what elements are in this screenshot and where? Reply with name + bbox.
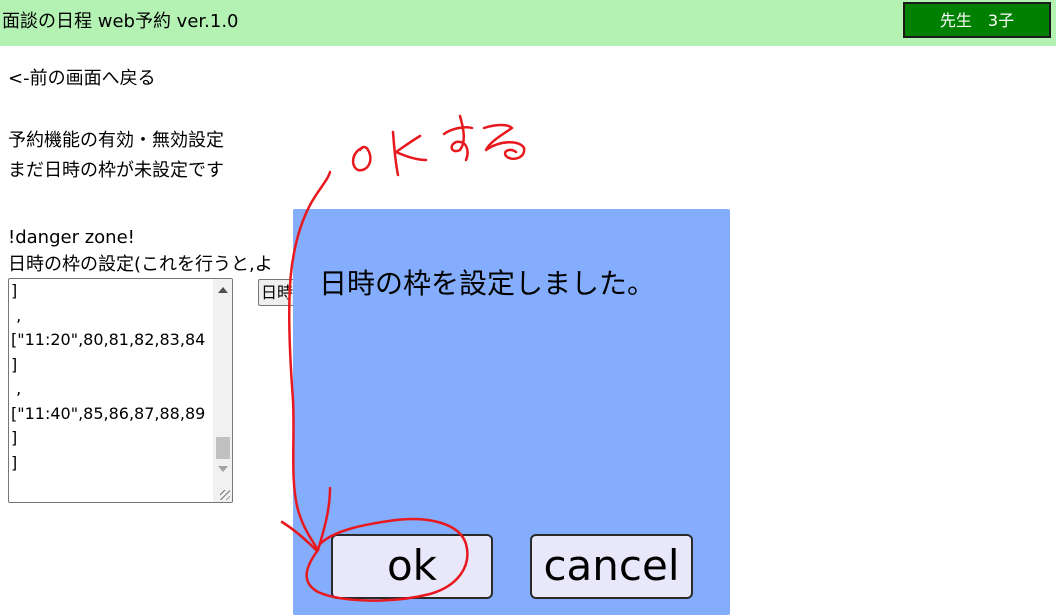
ok-button[interactable]: ok: [331, 534, 493, 599]
user-badge[interactable]: 先生 3子: [903, 2, 1051, 38]
annotation-letter-k-arms: [394, 134, 428, 162]
annotation-kana-su: [442, 114, 474, 162]
textarea-line: ]: [11, 452, 18, 472]
textarea-line: ["11:20",80,81,82,83,84: [11, 330, 206, 349]
slot-setting-label: 日時の枠の設定(これを行うと,よ: [8, 254, 273, 275]
dialog-message: 日時の枠を設定しました。: [319, 267, 656, 300]
danger-zone-label: !danger zone!: [8, 227, 135, 248]
annotation-letter-k-stem: [391, 130, 400, 177]
textarea-line: ]: [11, 354, 18, 374]
slot-textarea[interactable]: ] , ["11:20",80,81,82,83,84] , ["11:40",85…: [8, 278, 233, 503]
annotation-kana-ru: [482, 123, 526, 160]
textarea-line: ["11:40",85,86,87,88,89: [11, 403, 206, 423]
confirm-dialog: 日時の枠を設定しました。 ok cancel: [293, 209, 730, 615]
scroll-thumb[interactable]: [216, 437, 230, 459]
status-text: まだ日時の枠が未設定です: [8, 160, 224, 181]
textarea-scrollbar[interactable]: [213, 279, 232, 502]
textarea-content: ] , ["11:20",80,81,82,83,84] , ["11:40",85…: [11, 279, 211, 475]
cancel-button[interactable]: cancel: [530, 534, 693, 599]
annotation-letter-o: [351, 145, 372, 172]
scroll-up-arrow-icon[interactable]: [218, 287, 228, 293]
back-link[interactable]: <-前の画面へ戻る: [8, 64, 156, 90]
header-bar: 面談の日程 web予約 ver.1.0 先生 3子: [0, 0, 1056, 46]
textarea-line: ]: [11, 428, 18, 447]
textarea-line: ,: [11, 305, 22, 325]
textarea-line: ,: [11, 379, 22, 398]
app-title: 面談の日程 web予約 ver.1.0: [2, 11, 239, 32]
resize-grip-icon[interactable]: [220, 490, 230, 500]
section-title: 予約機能の有効・無効設定: [8, 130, 224, 151]
textarea-line: ]: [11, 281, 18, 300]
scroll-down-arrow-icon[interactable]: [218, 466, 228, 472]
